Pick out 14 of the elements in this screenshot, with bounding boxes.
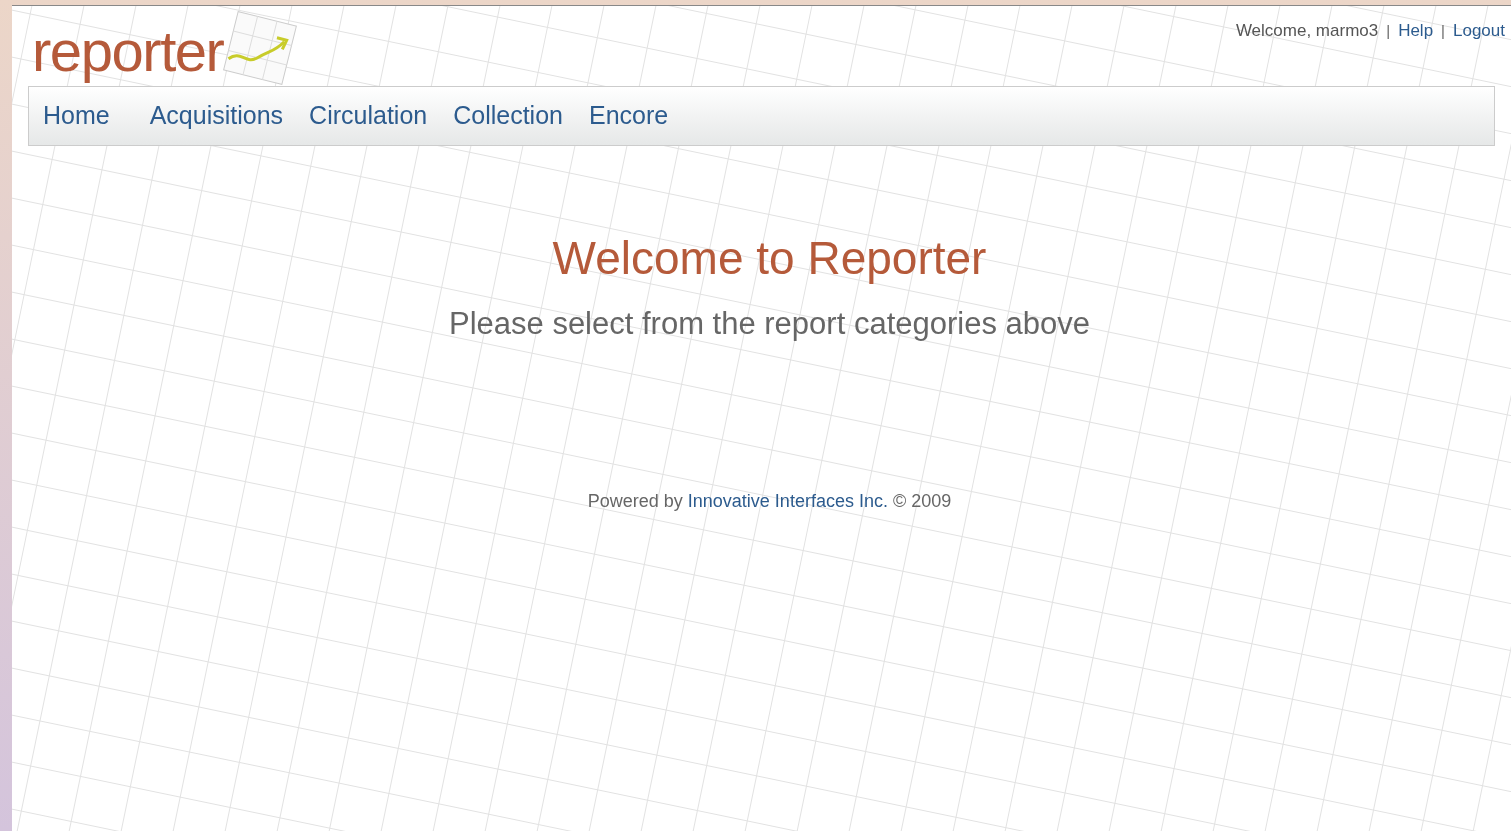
- footer-text: Powered by Innovative Interfaces Inc. © 2009: [587, 489, 952, 513]
- page-subheading: Please select from the report categories above: [449, 305, 1090, 343]
- separator: |: [1386, 20, 1391, 41]
- nav-link[interactable]: Home: [43, 97, 110, 135]
- header-link[interactable]: Logout: [1453, 18, 1505, 44]
- nav-link[interactable]: Acquisitions: [149, 97, 284, 135]
- header-link[interactable]: Help: [1398, 18, 1434, 44]
- welcome-text: Welcome, marmo3: [1235, 20, 1379, 42]
- page-heading: Welcome to Reporter: [552, 231, 987, 286]
- company-link[interactable]: Innovative Interfaces Inc.: [687, 490, 888, 511]
- nav-link[interactable]: Encore: [589, 97, 669, 135]
- nav-link[interactable]: Collection: [453, 97, 563, 135]
- separator: |: [1441, 20, 1445, 41]
- nav-link[interactable]: Circulation: [309, 97, 428, 135]
